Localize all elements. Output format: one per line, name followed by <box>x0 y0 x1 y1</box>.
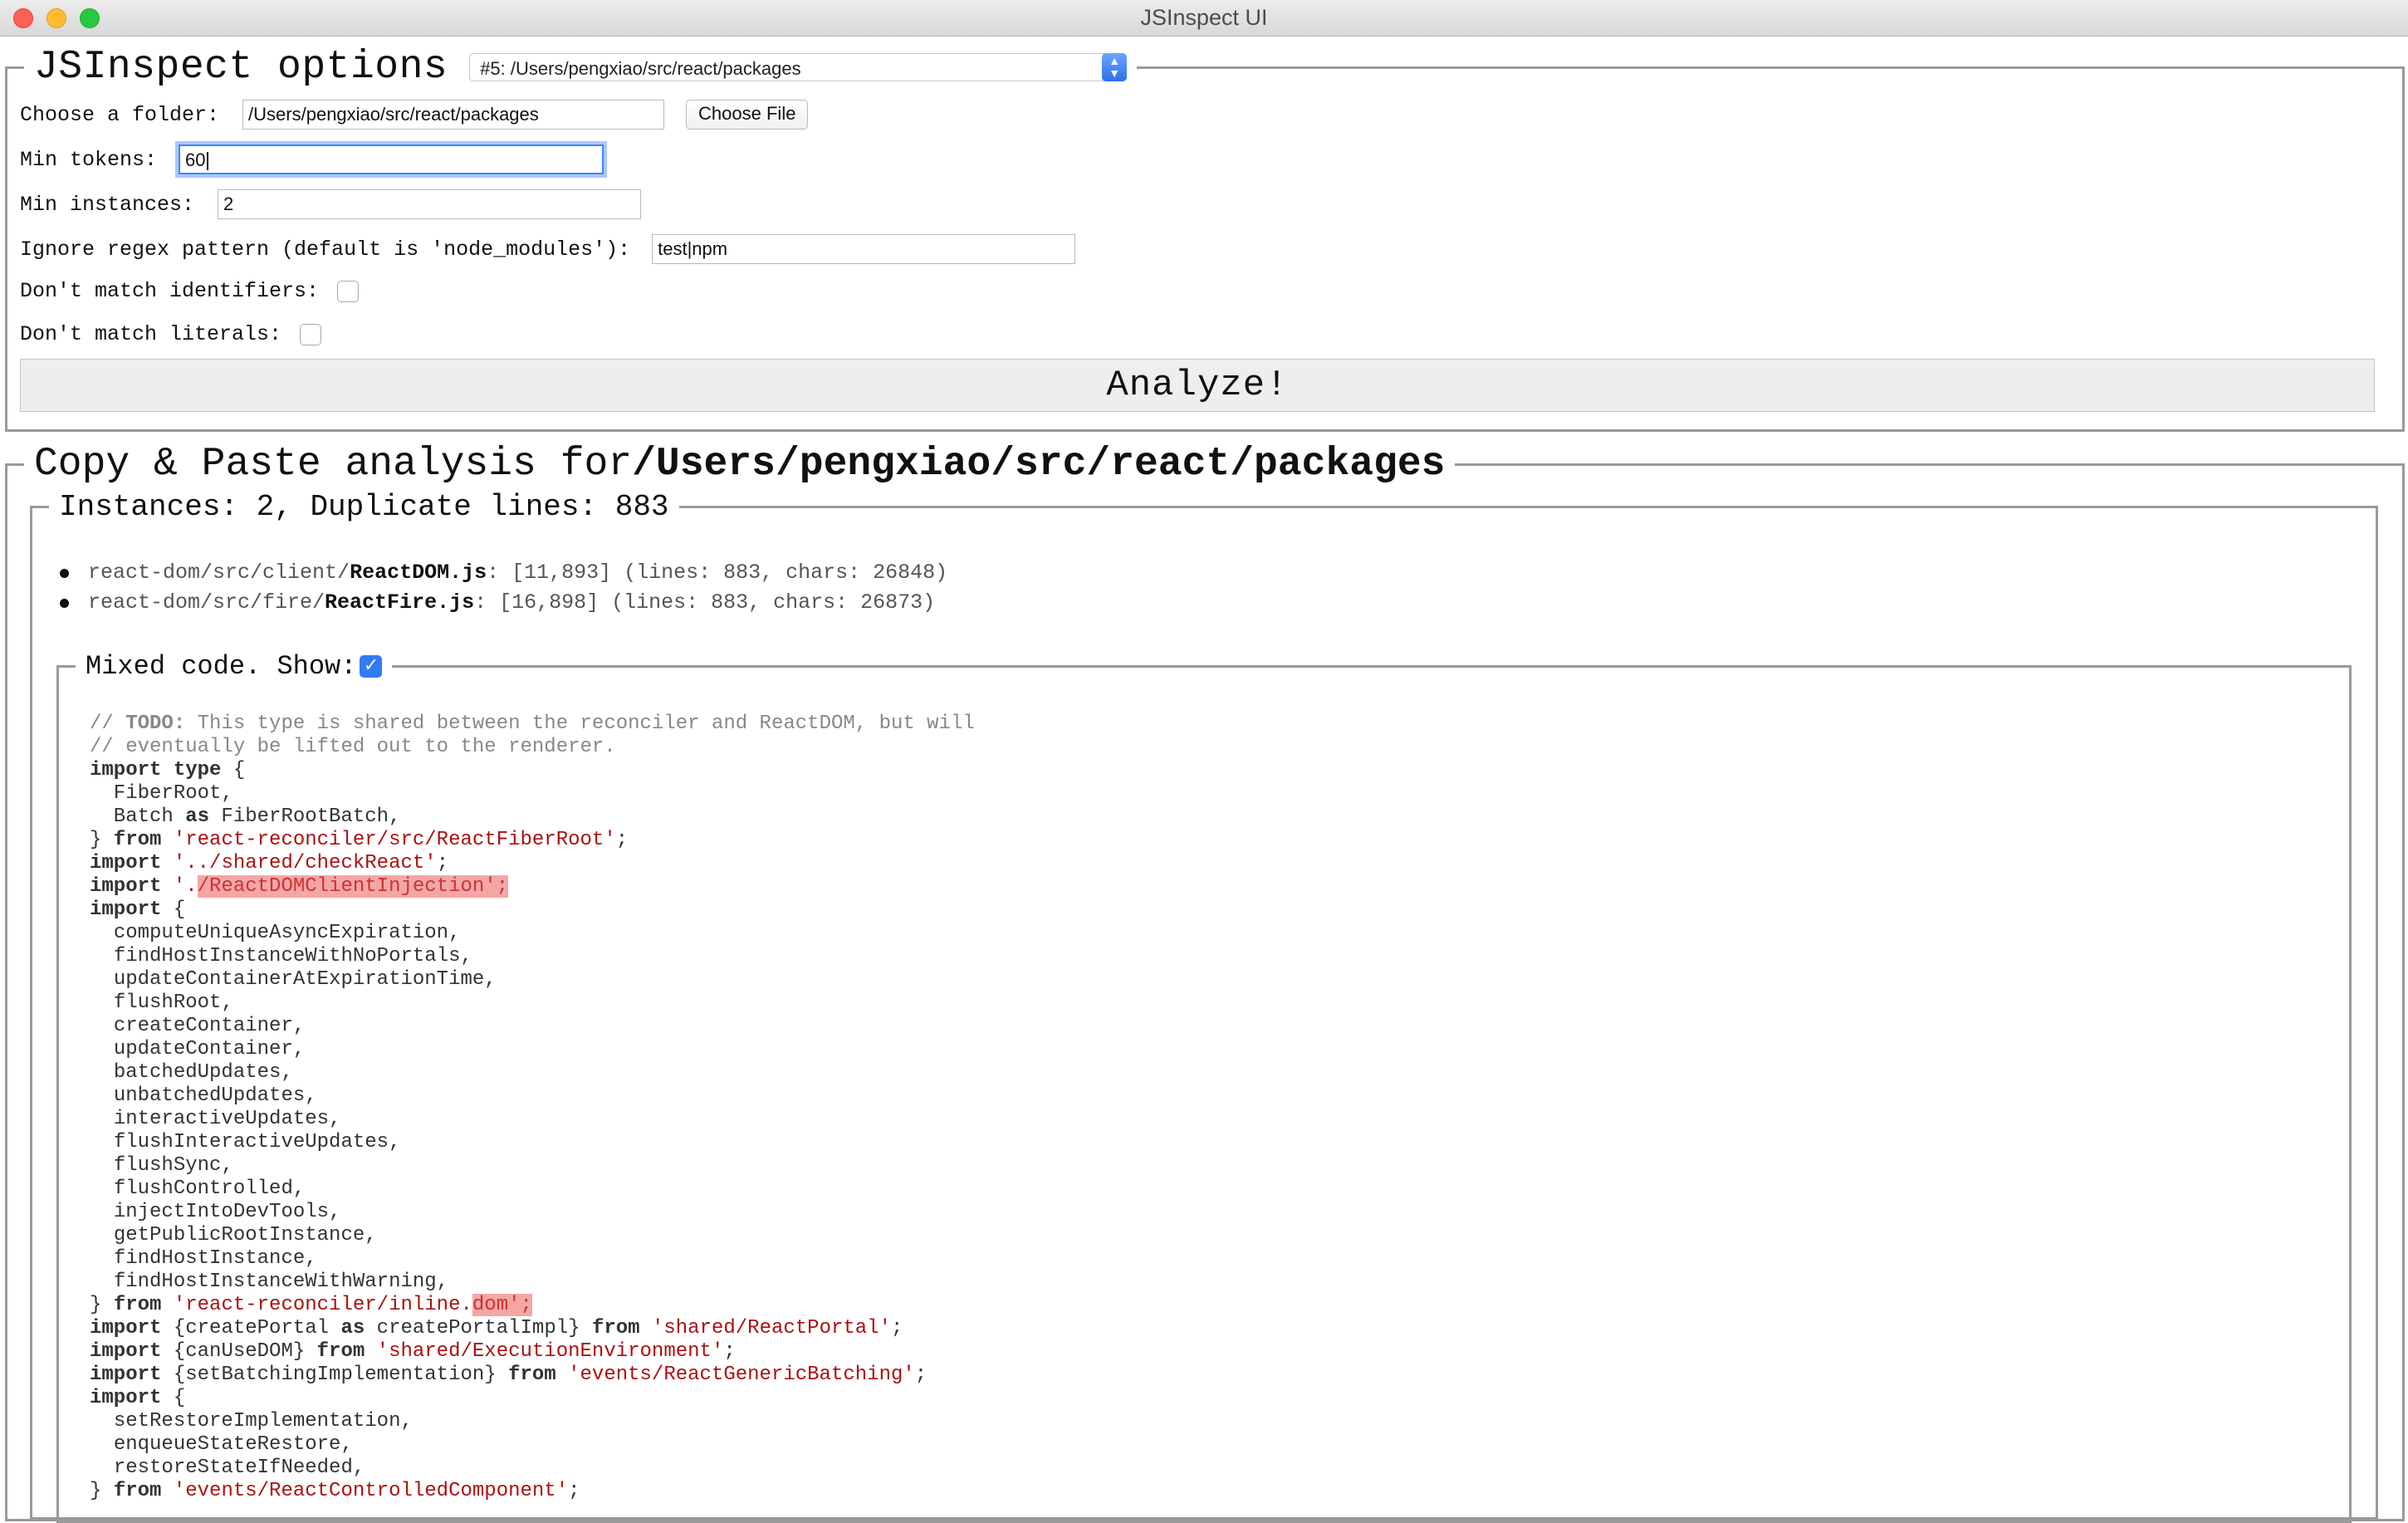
file-info: : [16,898] (lines: 883, chars: 26873) <box>474 590 936 615</box>
code-line: import {createPortal as createPortalImpl… <box>90 1317 903 1339</box>
code-line: findHostInstance, <box>113 1247 317 1270</box>
folder-input[interactable]: /Users/pengxiao/src/react/packages <box>242 100 665 130</box>
code-line: import {canUseDOM} from 'shared/Executio… <box>90 1340 736 1363</box>
ignore-input[interactable]: test|npm <box>652 234 1076 264</box>
code-line: import './ReactDOMClientInjection'; <box>90 875 509 898</box>
mixed-code-legend: Mixed code. Show: ✓ <box>76 651 392 682</box>
code-line: findHostInstanceWithWarning, <box>113 1271 449 1293</box>
code-line: computeUniqueAsyncExpiration, <box>113 922 461 944</box>
file-name: ReactDOM.js <box>350 561 487 585</box>
no-literals-row: Don't match literals: <box>20 322 322 346</box>
min-instances-input[interactable]: 2 <box>218 189 642 219</box>
code-line: } from 'react-reconciler/inline.dom'; <box>90 1294 532 1316</box>
code-line: setRestoreImplementation, <box>113 1410 413 1432</box>
code-line: import { <box>90 899 186 921</box>
analysis-title: Copy & Paste analysis for/Users/pengxiao… <box>24 442 1455 487</box>
code-line: enqueueStateRestore, <box>113 1433 353 1456</box>
code-line: restoreStateIfNeeded, <box>113 1457 365 1479</box>
no-identifiers-checkbox[interactable] <box>337 280 360 302</box>
no-literals-checkbox[interactable] <box>300 323 322 345</box>
ignore-row: Ignore regex pattern (default is 'node_m… <box>20 234 1076 264</box>
window-title: JSInspect UI <box>1140 5 1268 30</box>
ignore-label: Ignore regex pattern (default is 'node_m… <box>20 237 631 262</box>
code-line: import '../shared/checkReact'; <box>90 852 449 874</box>
analysis-title-path: /Users/pengxiao/src/react/packages <box>632 442 1446 487</box>
title-bar: JSInspect UI <box>0 0 2408 37</box>
code-line: FiberRoot, <box>90 782 233 805</box>
options-legend: JSInspect options #5: /Users/pengxiao/sr… <box>24 45 1137 90</box>
code-line: flushSync, <box>113 1154 233 1177</box>
code-line: } from 'events/ReactControlledComponent'… <box>90 1480 580 1502</box>
code-line: flushRoot, <box>113 992 233 1014</box>
min-instances-row: Min instances: 2 <box>20 189 642 219</box>
code-line: unbatchedUpdates, <box>113 1085 317 1107</box>
analysis-title-prefix: Copy & Paste analysis for <box>34 442 633 487</box>
code-line: findHostInstanceWithNoPortals, <box>113 945 472 967</box>
file-name: ReactFire.js <box>325 590 475 615</box>
min-tokens-value: 60 <box>185 149 206 170</box>
code-line: import { <box>90 1387 186 1409</box>
code-line: createContainer, <box>113 1015 306 1037</box>
diff-highlight: dom'; <box>472 1294 532 1316</box>
code-line: getPublicRootInstance, <box>113 1224 377 1246</box>
code-line: interactiveUpdates, <box>113 1108 341 1130</box>
file-info: : [11,893] (lines: 883, chars: 26848) <box>487 561 948 585</box>
preset-value: #5: /Users/pengxiao/src/react/packages <box>480 58 801 79</box>
choose-file-button[interactable]: Choose File <box>686 100 809 130</box>
mixed-code-label: Mixed code. Show: <box>86 651 357 682</box>
bullet-icon <box>60 569 69 578</box>
code-line: updateContainer, <box>113 1038 306 1060</box>
folder-label: Choose a folder: <box>20 102 220 127</box>
code-line: Batch as FiberRootBatch, <box>90 806 401 828</box>
code-line: import {setBatchingImplementation} from … <box>90 1364 927 1386</box>
file-item: react-dom/src/client/ReactDOM.js: [11,89… <box>60 558 948 588</box>
diff-highlight: /ReactDOMClientInjection'; <box>197 875 509 898</box>
code-block: // TODO: This type is shared between the… <box>90 713 975 1503</box>
no-literals-label: Don't match literals: <box>20 322 282 346</box>
select-arrows-icon: ▲ ▼ <box>1102 53 1128 81</box>
no-identifiers-label: Don't match identifiers: <box>20 279 320 303</box>
no-identifiers-row: Don't match identifiers: <box>20 279 360 303</box>
file-item: react-dom/src/fire/ReactFire.js: [16,898… <box>60 588 947 618</box>
code-line: // eventually be lifted out to the rende… <box>90 736 616 758</box>
file-dir: react-dom/src/client/ <box>88 561 350 585</box>
text-cursor <box>206 152 208 171</box>
min-tokens-row: Min tokens: 60 <box>20 144 604 174</box>
code-line: flushControlled, <box>113 1178 306 1200</box>
folder-row: Choose a folder: /Users/pengxiao/src/rea… <box>20 100 809 130</box>
file-list: react-dom/src/client/ReactDOM.js: [11,89… <box>60 558 948 618</box>
code-line: injectIntoDevTools, <box>113 1201 341 1223</box>
min-instances-label: Min instances: <box>20 192 195 217</box>
code-line: flushInteractiveUpdates, <box>113 1131 401 1153</box>
options-title: JSInspect options <box>34 45 448 90</box>
code-line: updateContainerAtExpirationTime, <box>113 968 497 991</box>
code-line: } from 'react-reconciler/src/ReactFiberR… <box>90 829 629 851</box>
code-line: import type { <box>90 759 246 781</box>
min-tokens-input[interactable]: 60 <box>179 144 604 174</box>
preset-select[interactable]: #5: /Users/pengxiao/src/react/packages ▲… <box>469 53 1128 81</box>
bullet-icon <box>60 599 69 608</box>
analyze-button[interactable]: Analyze! <box>20 359 2375 412</box>
file-dir: react-dom/src/fire/ <box>88 590 325 615</box>
code-line: batchedUpdates, <box>113 1061 293 1084</box>
instances-legend: Instances: 2, Duplicate lines: 883 <box>59 490 669 524</box>
min-tokens-label: Min tokens: <box>20 147 158 172</box>
code-line: // TODO: This type is shared between the… <box>90 713 975 735</box>
show-code-checkbox[interactable]: ✓ <box>360 655 383 678</box>
